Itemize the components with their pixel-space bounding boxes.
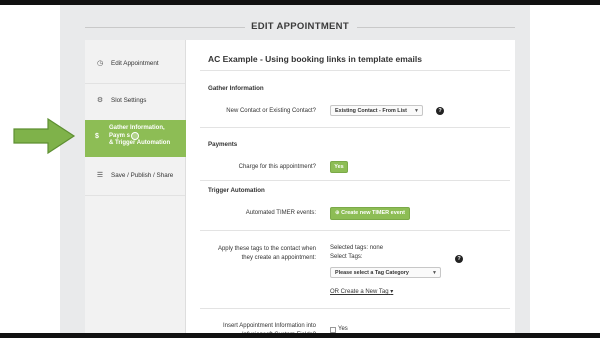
section-gather-information: Gather Information	[208, 85, 264, 92]
section-payments: Payments	[208, 141, 238, 148]
bottom-letterbox-bar	[0, 333, 600, 338]
pointer-arrow-icon	[13, 117, 76, 155]
insert-info-yes-label: Yes	[338, 326, 348, 332]
selected-tags-text: Selected tags: none	[330, 245, 384, 251]
divider	[200, 308, 510, 309]
sidebar-item-slot-settings[interactable]: ⚙ Slot Settings	[85, 80, 185, 121]
timer-events-label: Automated TIMER events:	[245, 210, 316, 216]
gear-icon: ⚙	[96, 97, 104, 104]
create-tag-label: OR Create a New Tag	[330, 289, 389, 295]
create-timer-label: Create new TIMER event	[341, 210, 406, 216]
divider	[200, 230, 510, 231]
tag-category-value: Please select a Tag Category	[335, 270, 409, 276]
charge-yes-button[interactable]: Yes	[330, 161, 348, 173]
sidebar-item-edit-appointment[interactable]: ◷ Edit Appointment	[85, 43, 185, 84]
active-label-line3: & Trigger Automation	[109, 140, 171, 146]
contact-type-select[interactable]: Existing Contact - From List ▼	[330, 105, 423, 116]
charge-label: Charge for this appointment?	[238, 164, 316, 170]
insert-label-line1: Insert Appointment Information into	[222, 323, 316, 329]
chevron-down-icon: ▼	[432, 270, 437, 276]
header-rule-right	[357, 27, 515, 28]
sidebar-item-label: Slot Settings	[111, 96, 147, 104]
active-label-line1: Gather Information,	[109, 125, 165, 131]
active-label-line2: Paym s	[109, 132, 131, 139]
mouse-cursor	[131, 132, 139, 140]
select-tags-label: Select Tags:	[330, 254, 363, 260]
clock-icon: ◷	[96, 60, 104, 67]
tags-label: Apply these tags to the contact when the…	[200, 245, 316, 263]
appointment-title: AC Example - Using booking links in temp…	[208, 54, 422, 64]
chevron-down-icon: ▼	[414, 108, 419, 114]
divider	[200, 180, 510, 181]
sidebar-item-label: Save / Publish / Share	[111, 171, 174, 179]
caret-down-icon: ▾	[390, 289, 394, 295]
help-icon[interactable]: ?	[455, 255, 463, 263]
tags-label-line2: they create an appointment:	[241, 255, 316, 261]
contact-type-label: New Contact or Existing Contact?	[226, 108, 316, 114]
list-icon: ☰	[96, 172, 104, 179]
help-icon[interactable]: ?	[436, 107, 444, 115]
dollar-icon: $	[95, 133, 99, 140]
sidebar-item-save-publish-share[interactable]: ☰ Save / Publish / Share	[85, 155, 185, 196]
section-trigger-automation: Trigger Automation	[208, 187, 265, 194]
contact-type-value: Existing Contact - From List	[335, 108, 407, 114]
create-new-tag-link[interactable]: OR Create a New Tag ▾	[330, 288, 393, 295]
tag-category-select[interactable]: Please select a Tag Category ▼	[330, 267, 441, 278]
page-header: EDIT APPOINTMENT	[85, 18, 515, 38]
divider	[200, 127, 510, 128]
create-timer-event-button[interactable]: ⊕ Create new TIMER event	[330, 207, 410, 220]
sidebar-item-label: Edit Appointment	[111, 59, 159, 67]
tags-label-line1: Apply these tags to the contact when	[217, 246, 316, 252]
divider	[200, 70, 510, 71]
